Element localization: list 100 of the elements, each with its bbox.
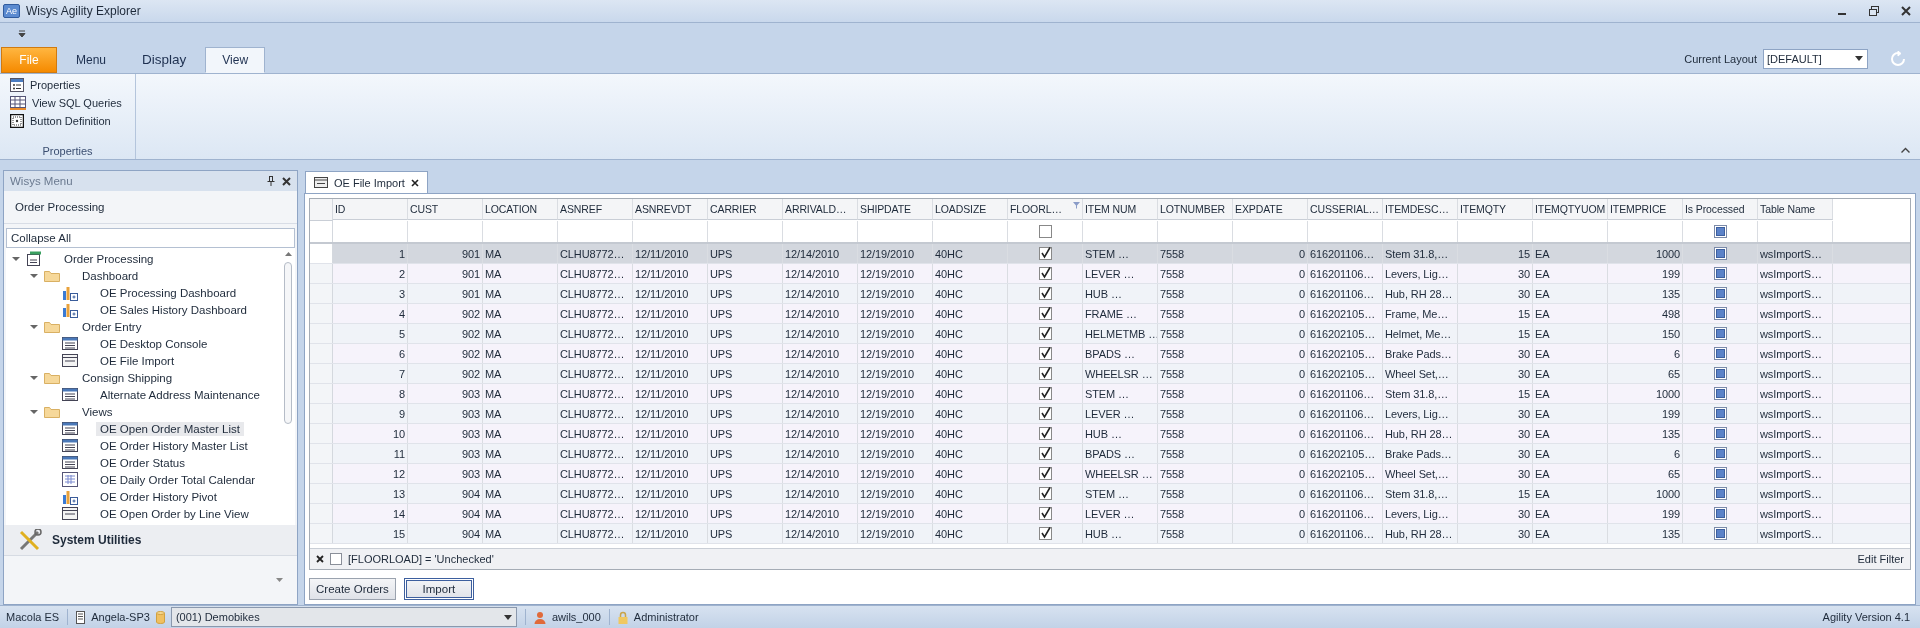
tree-item[interactable]: Alternate Address Maintenance	[96, 387, 264, 402]
close-icon[interactable]	[282, 176, 291, 186]
table-row[interactable]: 6 902 MA CLHU8772… 12/11/2010 UPS 12/14/2010 12/19/2010 40HC BPADS … 7558 0 616202105… Brake Pads… 30 EA 6 wsImportS…	[310, 344, 1910, 365]
collapse-all-button[interactable]: Collapse All	[6, 228, 295, 249]
column-header[interactable]: LOADSIZE	[933, 199, 1008, 221]
table-row[interactable]: 8 903 MA CLHU8772… 12/11/2010 UPS 12/14/2010 12/19/2010 40HC STEM … 7558 0 616201106… Stem 31.8,… 15 EA 1000 wsImportS…	[310, 384, 1910, 405]
checkbox[interactable]	[1713, 327, 1727, 341]
column-header[interactable]: Is Processed	[1683, 199, 1758, 221]
close-icon[interactable]	[410, 178, 419, 187]
column-header[interactable]: CUSSERIAL…	[1308, 199, 1383, 221]
tree-item[interactable]: Consign Shipping	[78, 370, 177, 385]
checkbox[interactable]	[1038, 367, 1052, 381]
checkbox[interactable]	[1038, 347, 1052, 361]
tree-item[interactable]: OE Daily Order Total Calendar	[96, 472, 260, 487]
tree-item[interactable]: Order Entry	[78, 319, 146, 334]
expanded-arrow-icon[interactable]	[12, 254, 20, 263]
column-header[interactable]: SHIPDATE	[858, 199, 933, 221]
scroll-up-icon[interactable]	[284, 252, 292, 257]
column-header[interactable]: Table Name	[1758, 199, 1833, 221]
action-button[interactable]: Import	[403, 578, 474, 601]
expanded-arrow-icon[interactable]	[30, 271, 38, 280]
ribbon-button[interactable]: Properties	[10, 77, 135, 92]
tree-item[interactable]: OE Processing Dashboard	[96, 285, 241, 300]
checkbox[interactable]	[1038, 527, 1052, 541]
expanded-arrow-icon[interactable]	[30, 322, 38, 331]
pin-icon[interactable]	[267, 176, 275, 187]
ribbon-button[interactable]: Button Definition	[10, 113, 135, 128]
column-header[interactable]: LOTNUMBER	[1158, 199, 1233, 221]
column-header[interactable]: CARRIER	[708, 199, 783, 221]
checkbox[interactable]	[1713, 487, 1727, 501]
checkbox[interactable]	[1713, 287, 1727, 301]
table-row[interactable]: 1 901 MA CLHU8772… 12/11/2010 UPS 12/14/2010 12/19/2010 40HC STEM … 7558 0 616201106… Stem 31.8,… 15 EA 1000 wsImportS…	[310, 244, 1910, 265]
column-header[interactable]: ASNREVDT	[633, 199, 708, 221]
tree-item[interactable]: OE Order History Pivot	[96, 489, 221, 504]
column-header[interactable]: ITEMDESC…	[1383, 199, 1458, 221]
column-header[interactable]: LOCATION	[483, 199, 558, 221]
close-icon[interactable]	[1900, 4, 1912, 17]
table-row[interactable]: 4 902 MA CLHU8772… 12/11/2010 UPS 12/14/2010 12/19/2010 40HC FRAME … 7558 0 616202105… Frame, Me… 15 EA 498 wsImportS…	[310, 304, 1910, 325]
column-header[interactable]: EXPDATE	[1233, 199, 1308, 221]
section-title[interactable]: System Utilities	[52, 533, 142, 548]
tree-item[interactable]: OE Desktop Console	[96, 336, 212, 351]
collapse-ribbon-icon[interactable]	[1901, 147, 1910, 154]
filter-toggle-checkbox[interactable]	[330, 553, 342, 566]
restore-icon[interactable]	[1868, 4, 1880, 17]
checkbox[interactable]	[1038, 267, 1052, 281]
table-row[interactable]: 13 904 MA CLHU8772… 12/11/2010 UPS 12/14/2010 12/19/2010 40HC STEM … 7558 0 616201106… Stem 31.8,… 15 EA 1000 wsImportS…	[310, 484, 1910, 505]
tree-item[interactable]: OE File Import	[96, 353, 179, 368]
table-row[interactable]: 2 901 MA CLHU8772… 12/11/2010 UPS 12/14/2010 12/19/2010 40HC LEVER … 7558 0 616201106… Levers, Lig… 30 EA 199 wsImportS…	[310, 264, 1910, 285]
checkbox[interactable]	[1713, 467, 1727, 481]
tree-item[interactable]: OE Sales History Dashboard	[96, 302, 251, 317]
checkbox[interactable]	[1038, 447, 1052, 461]
tree-item[interactable]: Dashboard	[78, 268, 143, 283]
column-header[interactable]: ID	[333, 199, 408, 221]
table-row[interactable]: 15 904 MA CLHU8772… 12/11/2010 UPS 12/14/2010 12/19/2010 40HC HUB … 7558 0 616201106… Hub, RH 28… 30 EA 135 wsImportS…	[310, 524, 1910, 545]
dropdown-arrow-icon[interactable]	[276, 578, 283, 583]
table-row[interactable]: 10 903 MA CLHU8772… 12/11/2010 UPS 12/14/2010 12/19/2010 40HC HUB … 7558 0 616201106… Hub, RH 28… 30 EA 135 wsImportS…	[310, 424, 1910, 445]
edit-filter-link[interactable]: Edit Filter	[1857, 553, 1904, 566]
column-header[interactable]: CUST	[408, 199, 483, 221]
table-row[interactable]: 5 902 MA CLHU8772… 12/11/2010 UPS 12/14/2010 12/19/2010 40HC HELMETMB …7558 0 616202105… Helmet, Me… 15 EA 150 wsImportS…	[310, 324, 1910, 345]
checkbox[interactable]	[1713, 527, 1727, 541]
table-row[interactable]: 11 903 MA CLHU8772… 12/11/2010 UPS 12/14/2010 12/19/2010 40HC BPADS … 7558 0 616202105… Brake Pads… 30 EA 6 wsImportS…	[310, 444, 1910, 465]
table-row[interactable]: 9 903 MA CLHU8772… 12/11/2010 UPS 12/14/2010 12/19/2010 40HC LEVER … 7558 0 616201106… Levers, Lig… 30 EA 199 wsImportS…	[310, 404, 1910, 425]
table-row[interactable]: 14 904 MA CLHU8772… 12/11/2010 UPS 12/14/2010 12/19/2010 40HC LEVER … 7558 0 616201106… Levers, Lig… 30 EA 199 wsImportS…	[310, 504, 1910, 525]
ribbon-button[interactable]: View SQL Queries	[10, 95, 135, 110]
expanded-arrow-icon[interactable]	[30, 373, 38, 382]
expanded-arrow-icon[interactable]	[30, 407, 38, 416]
tree-item[interactable]: OE Open Order Master List	[96, 421, 244, 436]
checkbox[interactable]	[1713, 267, 1727, 281]
clear-filter-icon[interactable]	[316, 555, 324, 564]
filter-checkbox[interactable]	[1038, 225, 1052, 239]
checkbox[interactable]	[1038, 307, 1052, 321]
tree-item[interactable]: Views	[78, 404, 117, 419]
checkbox[interactable]	[1713, 307, 1727, 321]
column-header[interactable]: ITEM NUM	[1083, 199, 1158, 221]
ribbon-tab[interactable]: Display	[125, 46, 204, 73]
customize-toolbar-icon[interactable]	[18, 29, 26, 38]
document-tab[interactable]: OE File Import	[305, 171, 428, 194]
checkbox[interactable]	[1038, 427, 1052, 441]
filter-checkbox[interactable]	[1713, 225, 1727, 239]
table-row[interactable]: 12 903 MA CLHU8772… 12/11/2010 UPS 12/14/2010 12/19/2010 40HC WHEELSR … 7558 0 616202105… Wheel Set,… 30 EA 65 wsImportS…	[310, 464, 1910, 485]
column-header[interactable]: ASNREF	[558, 199, 633, 221]
tree-item[interactable]: Order Processing	[60, 251, 158, 266]
column-header[interactable]: ITEMPRICE	[1608, 199, 1683, 221]
company-dropdown[interactable]: (001) Demobikes	[170, 607, 517, 628]
checkbox[interactable]	[1713, 507, 1727, 521]
ribbon-tab[interactable]: Menu	[59, 46, 124, 73]
checkbox[interactable]	[1713, 247, 1727, 261]
action-button[interactable]: Create Orders	[309, 578, 396, 601]
checkbox[interactable]	[1713, 447, 1727, 461]
checkbox[interactable]	[1038, 327, 1052, 341]
checkbox[interactable]	[1038, 487, 1052, 501]
checkbox[interactable]	[1038, 467, 1052, 481]
checkbox[interactable]	[1038, 507, 1052, 521]
column-header[interactable]: ITEMQTY	[1458, 199, 1533, 221]
checkbox[interactable]	[1038, 387, 1052, 401]
tree-item[interactable]: OE Order History Master List	[96, 438, 252, 453]
column-header[interactable]: FLOORL…	[1008, 199, 1083, 221]
checkbox[interactable]	[1038, 247, 1052, 261]
checkbox[interactable]	[1713, 427, 1727, 441]
checkbox[interactable]	[1713, 387, 1727, 401]
